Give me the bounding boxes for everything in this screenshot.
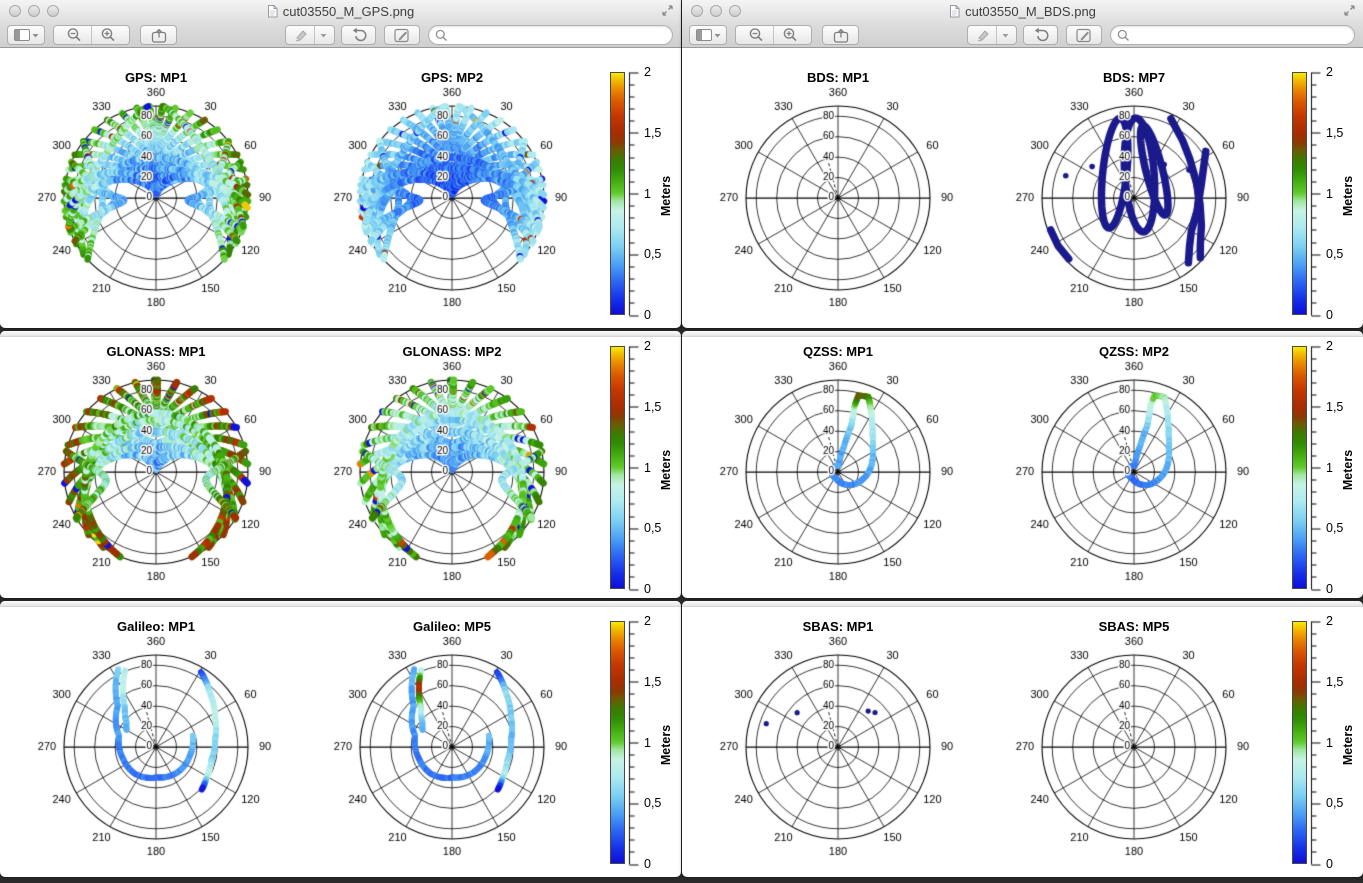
window-chrome: cut03550_M_GPS.png [0, 0, 681, 48]
sidebar-button[interactable] [7, 25, 45, 45]
rotate-left-button[interactable] [341, 25, 376, 45]
chevron-down-icon [714, 33, 721, 38]
minimize-button[interactable] [28, 5, 40, 17]
zoom-out-icon[interactable] [66, 27, 83, 43]
fullscreen-icon[interactable] [661, 4, 674, 17]
window-panel-row1: cut03550_M_BDS.png [682, 0, 1363, 328]
divider [996, 26, 997, 44]
window-title: cut03550_M_GPS.png [283, 4, 415, 19]
search-input[interactable] [1130, 26, 1354, 44]
window-panel-row1: cut03550_M_GPS.png [0, 0, 681, 328]
search-icon [1117, 29, 1130, 42]
markup-pencil-icon [394, 28, 410, 43]
zoom-button[interactable] [729, 5, 741, 17]
preview-window-gps: cut03550_M_GPS.png [0, 0, 681, 877]
window-panel-row2 [0, 331, 681, 598]
window-title: cut03550_M_BDS.png [965, 4, 1096, 19]
window-panel-row3 [0, 601, 681, 877]
titlebar[interactable]: cut03550_M_BDS.png [682, 0, 1363, 22]
divider [314, 26, 315, 44]
title-area: cut03550_M_BDS.png [682, 0, 1363, 22]
zoom-in-icon[interactable] [782, 27, 799, 43]
window-top-edge [0, 601, 681, 607]
pen-icon [976, 28, 991, 42]
chevron-down-icon [32, 33, 39, 38]
title-area: cut03550_M_GPS.png [0, 0, 681, 22]
window-top-edge [682, 331, 1363, 337]
divider [773, 26, 774, 44]
rotate-left-icon [351, 27, 367, 43]
chevron-down-icon[interactable] [1002, 33, 1009, 38]
zoom-group [53, 25, 130, 45]
zoom-in-icon[interactable] [100, 27, 117, 43]
document-icon [267, 5, 278, 18]
window-controls [691, 5, 741, 17]
toolbar [0, 22, 681, 48]
zoom-group [735, 25, 812, 45]
search-field[interactable] [1110, 25, 1355, 45]
divider [91, 26, 92, 44]
share-button[interactable] [140, 25, 177, 45]
share-icon [833, 28, 849, 43]
window-top-edge [682, 601, 1363, 607]
annotate-pen-button[interactable] [967, 25, 1017, 45]
titlebar[interactable]: cut03550_M_GPS.png [0, 0, 681, 22]
fullscreen-icon[interactable] [1343, 4, 1356, 17]
rotate-left-button[interactable] [1023, 25, 1058, 45]
window-chrome: cut03550_M_BDS.png [682, 0, 1363, 48]
markup-button[interactable] [384, 25, 420, 45]
window-top-edge [0, 331, 681, 337]
document-icon [949, 5, 960, 18]
search-field[interactable] [428, 25, 673, 45]
annotate-pen-button[interactable] [285, 25, 335, 45]
zoom-button[interactable] [47, 5, 59, 17]
toolbar [682, 22, 1363, 48]
zoom-out-icon[interactable] [748, 27, 765, 43]
window-controls [9, 5, 59, 17]
markup-pencil-icon [1076, 28, 1092, 43]
share-button[interactable] [822, 25, 859, 45]
sidebar-button[interactable] [689, 25, 727, 45]
close-button[interactable] [691, 5, 703, 17]
sidebar-icon [696, 29, 712, 41]
rotate-left-icon [1033, 27, 1049, 43]
chevron-down-icon[interactable] [320, 33, 327, 38]
markup-button[interactable] [1066, 25, 1102, 45]
search-icon [435, 29, 448, 42]
sidebar-icon [14, 29, 30, 41]
search-input[interactable] [448, 26, 672, 44]
minimize-button[interactable] [710, 5, 722, 17]
pen-icon [294, 28, 309, 42]
window-panel-row3 [682, 601, 1363, 877]
share-icon [151, 28, 167, 43]
preview-window-bds: cut03550_M_BDS.png [682, 0, 1363, 877]
close-button[interactable] [9, 5, 21, 17]
window-panel-row2 [682, 331, 1363, 598]
